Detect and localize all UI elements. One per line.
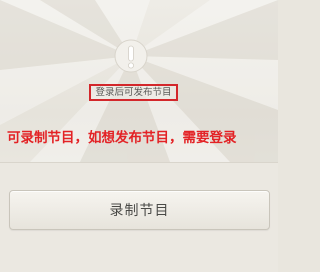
annotation-text: 可录制节目，如想发布节目，需要登录 [7,130,237,146]
empty-state-panel: 登录后可发布节目 可录制节目，如想发布节目，需要登录 [0,0,278,163]
record-program-label: 录制节目 [109,203,170,219]
login-hint-text: 登录后可发布节目 [95,86,172,98]
record-program-button[interactable]: 录制节目 [9,190,270,230]
exclamation-icon [114,39,148,73]
login-hint-box: 登录后可发布节目 [89,84,178,101]
